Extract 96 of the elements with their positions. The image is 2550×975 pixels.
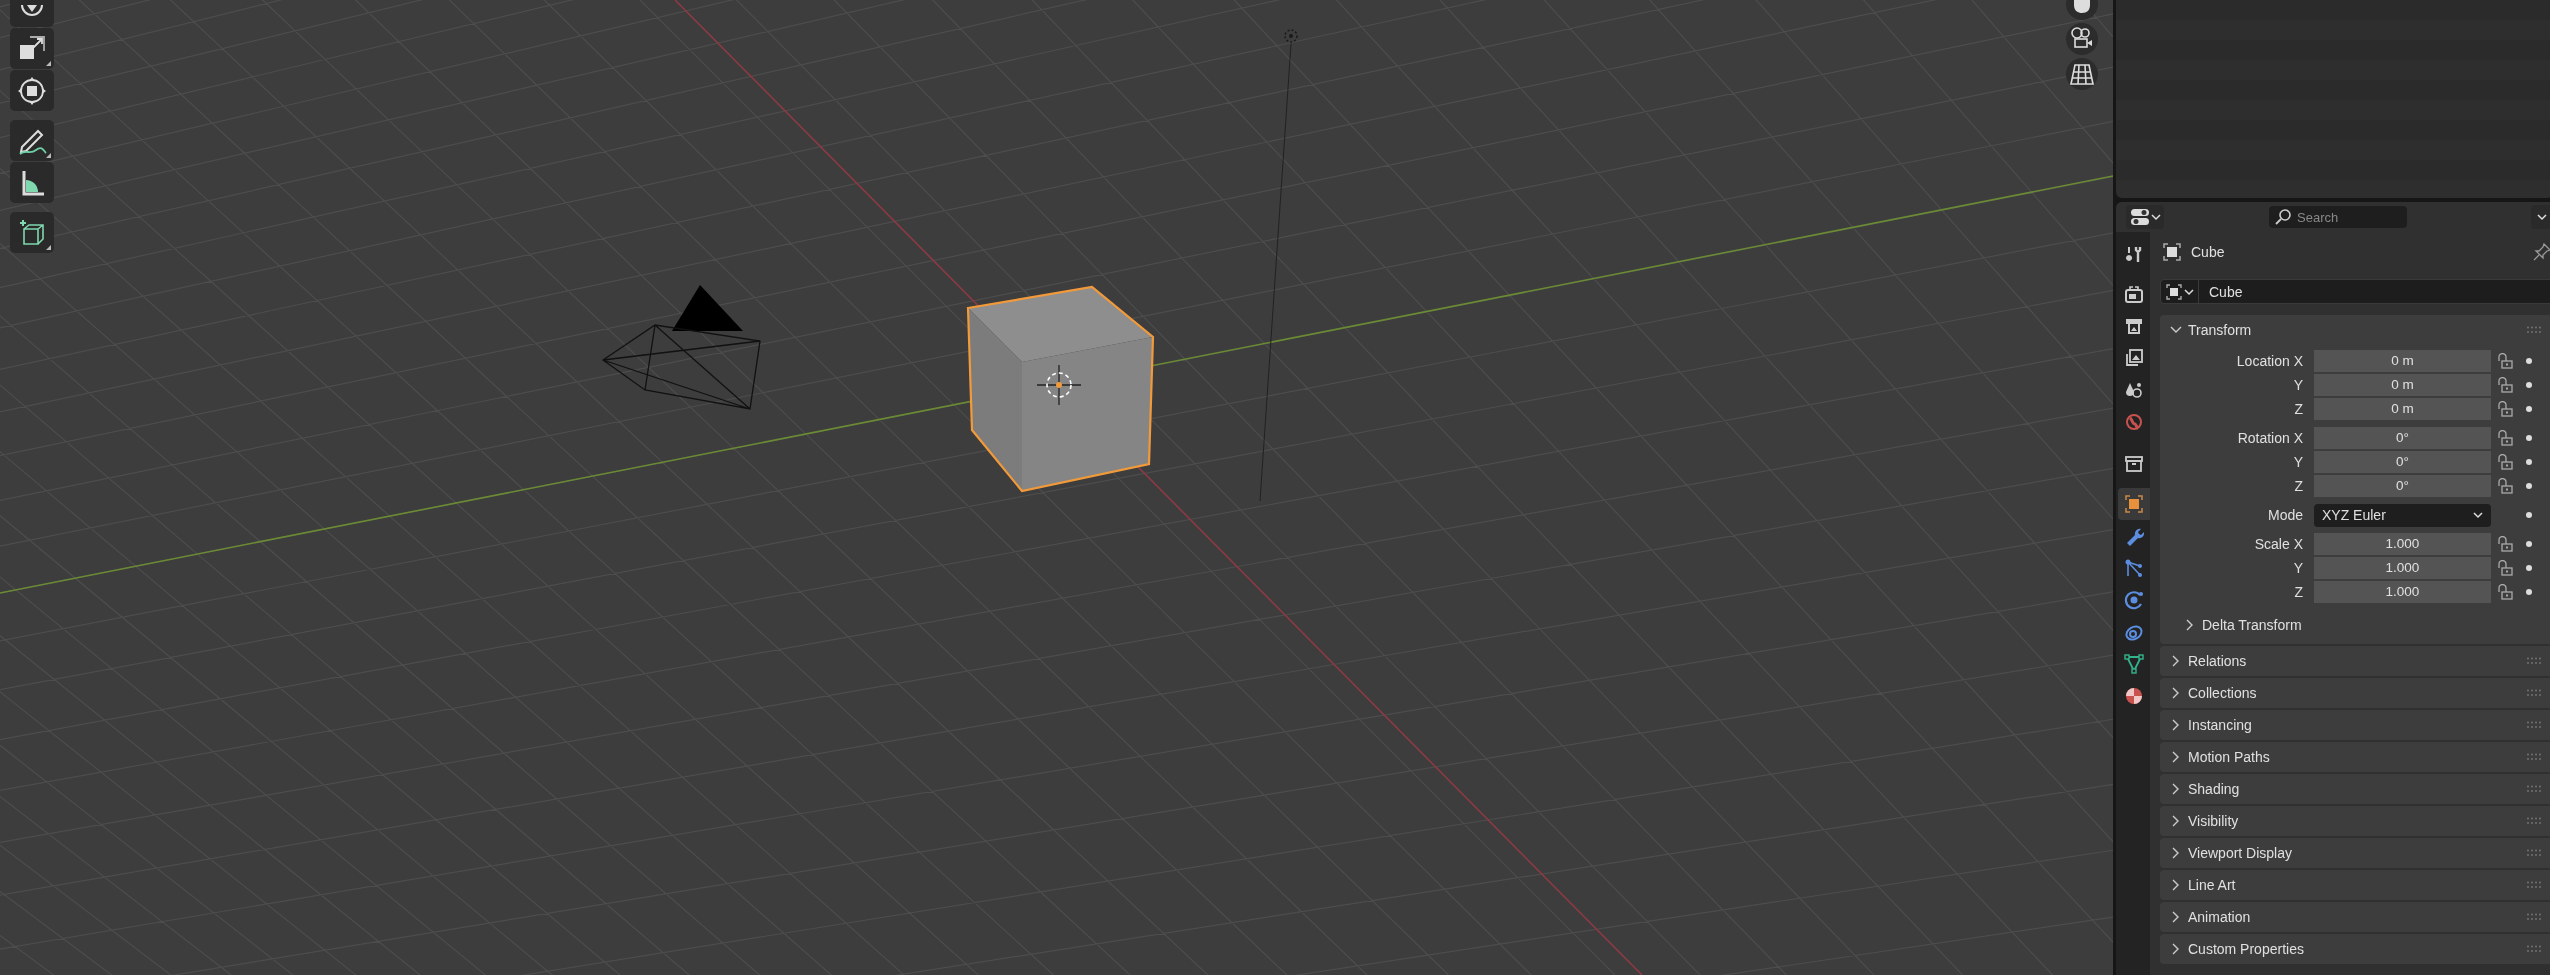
tool-button[interactable] [10,162,54,203]
field-label: Z [2293,584,2304,600]
properties-tab[interactable] [2118,488,2150,520]
keyframe-dot-button[interactable] [2526,541,2532,547]
keyframe-dot-button[interactable] [2526,382,2532,388]
number-field[interactable]: 0 m [2314,397,2491,421]
render-icon [2124,284,2144,304]
lock-open-icon[interactable] [2497,536,2513,552]
keyframe-dot-button[interactable] [2526,459,2532,465]
lock-open-icon[interactable] [2497,401,2513,417]
drag-handle-icon [2527,817,2541,825]
panel-header[interactable]: Transform [2160,315,2527,345]
number-field[interactable]: 0° [2314,450,2491,474]
number-field[interactable]: 1.000 [2314,556,2491,580]
panel-header[interactable]: Relations [2160,646,2527,676]
drag-handle-icon [2527,945,2541,953]
drag-handle-icon [2527,657,2541,665]
pin-icon [2533,243,2550,261]
number-field[interactable]: 0° [2314,474,2491,498]
drag-handle-icon [2527,326,2541,334]
tool-button[interactable] [10,70,54,111]
drops-icon [2124,380,2144,400]
drag-handle-icon [2527,785,2541,793]
lock-open-icon[interactable] [2497,454,2513,470]
editor-type-button[interactable] [2126,205,2164,229]
field-label: Z [2293,478,2304,494]
constraint-icon [2124,622,2144,642]
search-field[interactable]: Search [2269,206,2407,228]
number-field[interactable]: 0 m [2314,373,2491,397]
number-field[interactable]: 0 m [2314,349,2491,373]
navigation-button[interactable] [2066,58,2098,90]
object-square-icon [2162,242,2182,262]
drag-handle-icon [2527,849,2541,857]
chevron-down-icon [2473,510,2483,520]
keyframe-dot-button[interactable] [2526,512,2532,518]
printer-icon [2124,316,2144,336]
lock-open-icon[interactable] [2497,584,2513,600]
lock-open-icon[interactable] [2497,430,2513,446]
panel-header[interactable]: Custom Properties [2160,934,2527,964]
field-label: Mode [2266,507,2304,523]
number-field[interactable]: 0° [2314,426,2491,450]
toggle-icon [2129,208,2150,226]
panel-header[interactable]: Shading [2160,774,2527,804]
keyframe-dot-button[interactable] [2526,435,2532,441]
field-label: Rotation X [2236,430,2304,446]
tool-button[interactable] [10,28,54,69]
lock-open-icon[interactable] [2497,377,2513,393]
panel-header[interactable]: Instancing [2160,710,2527,740]
tool-settings-icon [2124,244,2144,264]
object-name: Cube [2191,244,2225,260]
search-icon [2275,209,2291,225]
triangle-mesh-icon [2124,654,2144,674]
object-square-icon [2124,494,2144,514]
field-label: Scale X [2253,536,2304,552]
subpanel-header[interactable]: Delta Transform [2160,610,2302,640]
archive-box-icon [2124,454,2144,474]
panel-header[interactable]: Visibility [2160,806,2527,836]
tool-button[interactable] [10,212,54,253]
hand-icon [2074,0,2090,13]
panel-header[interactable]: Viewport Display [2160,838,2527,868]
drag-handle-icon [2527,689,2541,697]
origin-cursor-icon [1036,364,1082,406]
panel-header[interactable]: Line Art [2160,870,2527,900]
panel-header[interactable]: Animation [2160,902,2527,932]
lock-open-icon[interactable] [2497,353,2513,369]
lock-open-icon[interactable] [2497,560,2513,576]
field-label: Location X [2235,353,2304,369]
field-label: Z [2293,401,2304,417]
field-label: Y [2292,377,2304,393]
panel-header[interactable]: Motion Paths [2160,742,2527,772]
drag-handle-icon [2527,721,2541,729]
navigation-button[interactable] [2066,23,2098,55]
number-field[interactable]: 1.000 [2314,532,2491,556]
chevron-down-icon [2150,212,2161,222]
keyframe-dot-button[interactable] [2526,589,2532,595]
image-stack-icon [2124,348,2144,368]
keyframe-dot-button[interactable] [2526,565,2532,571]
keyframe-dot-button[interactable] [2526,358,2532,364]
panel-header[interactable]: Collections [2160,678,2527,708]
sphere-icon [2124,686,2144,706]
drag-handle-icon [2527,913,2541,921]
drag-handle-icon [2527,753,2541,761]
number-field[interactable]: 1.000 [2314,580,2491,604]
drag-handle-icon [2527,881,2541,889]
lock-open-icon[interactable] [2497,478,2513,494]
keyframe-dot-button[interactable] [2526,483,2532,489]
pin-button[interactable] [2531,241,2550,263]
orbit-icon [2124,590,2144,610]
particles-icon [2124,558,2144,578]
chevron-down-icon [2537,212,2547,222]
options-dropdown-button[interactable] [2531,205,2550,229]
keyframe-dot-button[interactable] [2526,406,2532,412]
mode-dropdown[interactable]: XYZ Euler [2314,503,2491,527]
field-label: Y [2292,454,2304,470]
field-label: Y [2292,560,2304,576]
tool-button[interactable] [10,120,54,161]
